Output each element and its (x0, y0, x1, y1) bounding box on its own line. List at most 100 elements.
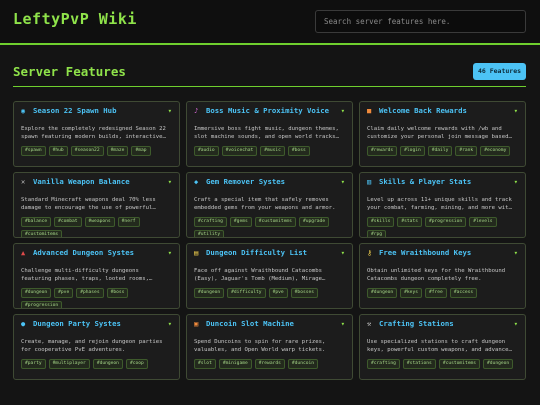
section-divider (13, 86, 526, 87)
feature-card-header[interactable]: ◉ Season 22 Spawn Hub ▾ (21, 107, 172, 122)
tag-chip[interactable]: #customitems (254, 217, 296, 227)
chevron-down-icon[interactable]: ▾ (514, 107, 518, 116)
chevron-down-icon[interactable]: ▾ (168, 249, 172, 258)
tag-chip[interactable]: #dungeon (483, 359, 514, 369)
chevron-down-icon[interactable]: ▾ (514, 249, 518, 258)
tag-chip[interactable]: #duncoin (287, 359, 319, 369)
feature-card[interactable]: ◉ Season 22 Spawn Hub ▾ Explore the complet… (13, 101, 180, 167)
tag-chip[interactable]: #boss (287, 146, 310, 156)
tag-chip[interactable]: #upgrade (298, 217, 330, 227)
tag-chip[interactable]: #music (260, 146, 285, 156)
tag-chip[interactable]: #dungeon (21, 288, 52, 298)
tag-chip[interactable]: #multiplayer (48, 359, 90, 369)
tag-chip[interactable]: #map (131, 146, 151, 156)
tag-chip[interactable]: #voicechat (221, 146, 258, 156)
tag-chip[interactable]: #customitems (438, 359, 481, 369)
tag-chip[interactable]: #audio (194, 146, 219, 156)
chevron-down-icon[interactable]: ▾ (341, 107, 345, 116)
tag-chip[interactable]: #maze (106, 146, 129, 156)
tag-chip[interactable]: #utility (194, 230, 225, 237)
feature-card[interactable]: ⚷ Free Wraithbound Keys ▾ Obtain unlimited … (359, 243, 526, 309)
feature-card-tags: #skills #stats #progression #levels #rpg (367, 217, 518, 237)
castle-icon: ▲ (21, 249, 26, 257)
tag-chip[interactable]: #difficulty (227, 288, 266, 298)
feature-card-header[interactable]: ▣ Duncoin Slot Machine ▾ (194, 320, 345, 335)
tag-chip[interactable]: #minigame (218, 359, 252, 369)
search-input[interactable] (315, 10, 526, 33)
tag-chip[interactable]: #keys (400, 288, 422, 298)
tag-chip[interactable]: #daily (427, 146, 453, 156)
feature-card-header[interactable]: ● Dungeon Party Systes ▾ (21, 320, 172, 335)
feature-card-title: Boss Music & Proximity Voice (206, 107, 330, 115)
feature-card[interactable]: ♪ Boss Music & Proximity Voice ▾ Immersive … (186, 101, 353, 167)
feature-card[interactable]: ▤ Dungeon Difficulty List ▾ Face off agains… (186, 243, 353, 309)
feature-card-header[interactable]: ⚷ Free Wraithbound Keys ▾ (367, 249, 518, 264)
site-logo-title[interactable]: LeftyPvP Wiki (13, 10, 137, 28)
tag-chip[interactable]: #free (424, 288, 447, 298)
feature-card[interactable]: ● Dungeon Party Systes ▾ Create, manage, an… (13, 314, 180, 380)
tag-chip[interactable]: #pve (268, 288, 288, 298)
chevron-down-icon[interactable]: ▾ (341, 320, 345, 329)
tag-chip[interactable]: #dungeon (92, 359, 123, 369)
tag-chip[interactable]: #rewards (254, 359, 285, 369)
tag-chip[interactable]: #nerf (117, 217, 140, 227)
feature-card[interactable]: ▥ Skills & Player Stats ▾ Level up across 1… (359, 172, 526, 238)
tag-chip[interactable]: #rank (455, 146, 478, 156)
feature-card[interactable]: ■ Welcome Back Rewards ▾ Claim daily welcom… (359, 101, 526, 167)
tag-chip[interactable]: #phases (76, 288, 104, 298)
feature-card[interactable]: ✕ Vanilla Weapon Balance ▾ Standard Minecra… (13, 172, 180, 238)
tag-chip[interactable]: #weapons (84, 217, 115, 227)
feature-card-tags: #dungeon #keys #free #access (367, 288, 518, 298)
tag-chip[interactable]: #customitems (21, 230, 63, 237)
chevron-down-icon[interactable]: ▾ (168, 320, 172, 329)
tag-chip[interactable]: #gems (229, 217, 252, 227)
tag-chip[interactable]: #slot (194, 359, 216, 369)
chevron-down-icon[interactable]: ▾ (514, 320, 518, 329)
tag-chip[interactable]: #coop (125, 359, 148, 369)
tag-chip[interactable]: #login (400, 146, 425, 156)
tag-chip[interactable]: #party (21, 359, 46, 369)
tag-chip[interactable]: #rpg (367, 230, 387, 237)
feature-card-header[interactable]: ▥ Skills & Player Stats ▾ (367, 178, 518, 193)
tag-chip[interactable]: #access (449, 288, 478, 298)
tag-chip[interactable]: #stats (397, 217, 422, 227)
feature-card-header[interactable]: ■ Welcome Back Rewards ▾ (367, 107, 518, 122)
tag-chip[interactable]: #progression (424, 217, 467, 227)
feature-card-header[interactable]: ▤ Dungeon Difficulty List ▾ (194, 249, 345, 264)
tag-chip[interactable]: #pve (54, 288, 74, 298)
feature-card[interactable]: ⚒ Crafting Stations ▾ Use specialized stati… (359, 314, 526, 380)
feature-card-header[interactable]: ♪ Boss Music & Proximity Voice ▾ (194, 107, 345, 122)
feature-card[interactable]: ▲ Advanced Dungeon Systes ▾ Challenge multi… (13, 243, 180, 309)
tag-chip[interactable]: #crafting (367, 359, 400, 369)
tag-chip[interactable]: #rewards (367, 146, 398, 156)
feature-card-tags: #balance #combat #weapons #nerf #customitems (21, 217, 172, 237)
feature-card-description: Immersive boss fight music, dungeon them… (194, 126, 339, 140)
tag-chip[interactable]: #dungeon (194, 288, 225, 298)
tag-chip[interactable]: #crafting (194, 217, 227, 227)
tag-chip[interactable]: #hub (48, 146, 68, 156)
tag-chip[interactable]: #balance (21, 217, 52, 227)
feature-card-tags: #slot #minigame #rewards #duncoin (194, 359, 345, 369)
tag-chip[interactable]: #economy (480, 146, 511, 156)
tag-chip[interactable]: #season22 (70, 146, 104, 156)
tag-chip[interactable]: #progression (21, 301, 63, 308)
chevron-down-icon[interactable]: ▾ (168, 178, 172, 187)
tag-chip[interactable]: #spawn (21, 146, 46, 156)
chevron-down-icon[interactable]: ▾ (341, 249, 345, 258)
tag-chip[interactable]: #levels (469, 217, 497, 227)
feature-card-header[interactable]: ⚒ Crafting Stations ▾ (367, 320, 518, 335)
chevron-down-icon[interactable]: ▾ (168, 107, 172, 116)
feature-card-header[interactable]: ✕ Vanilla Weapon Balance ▾ (21, 178, 172, 193)
tag-chip[interactable]: #skills (367, 217, 395, 227)
tag-chip[interactable]: #combat (54, 217, 82, 227)
tag-chip[interactable]: #dungeon (367, 288, 398, 298)
chevron-down-icon[interactable]: ▾ (514, 178, 518, 187)
feature-card-header[interactable]: ▲ Advanced Dungeon Systes ▾ (21, 249, 172, 264)
tag-chip[interactable]: #stations (402, 359, 436, 369)
tag-chip[interactable]: #bosses (290, 288, 319, 298)
feature-card-header[interactable]: ◆ Gem Remover Systes ▾ (194, 178, 345, 193)
feature-card[interactable]: ▣ Duncoin Slot Machine ▾ Spend Duncoins to … (186, 314, 353, 380)
chevron-down-icon[interactable]: ▾ (341, 178, 345, 187)
feature-card[interactable]: ◆ Gem Remover Systes ▾ Craft a special item… (186, 172, 353, 238)
tag-chip[interactable]: #boss (106, 288, 129, 298)
